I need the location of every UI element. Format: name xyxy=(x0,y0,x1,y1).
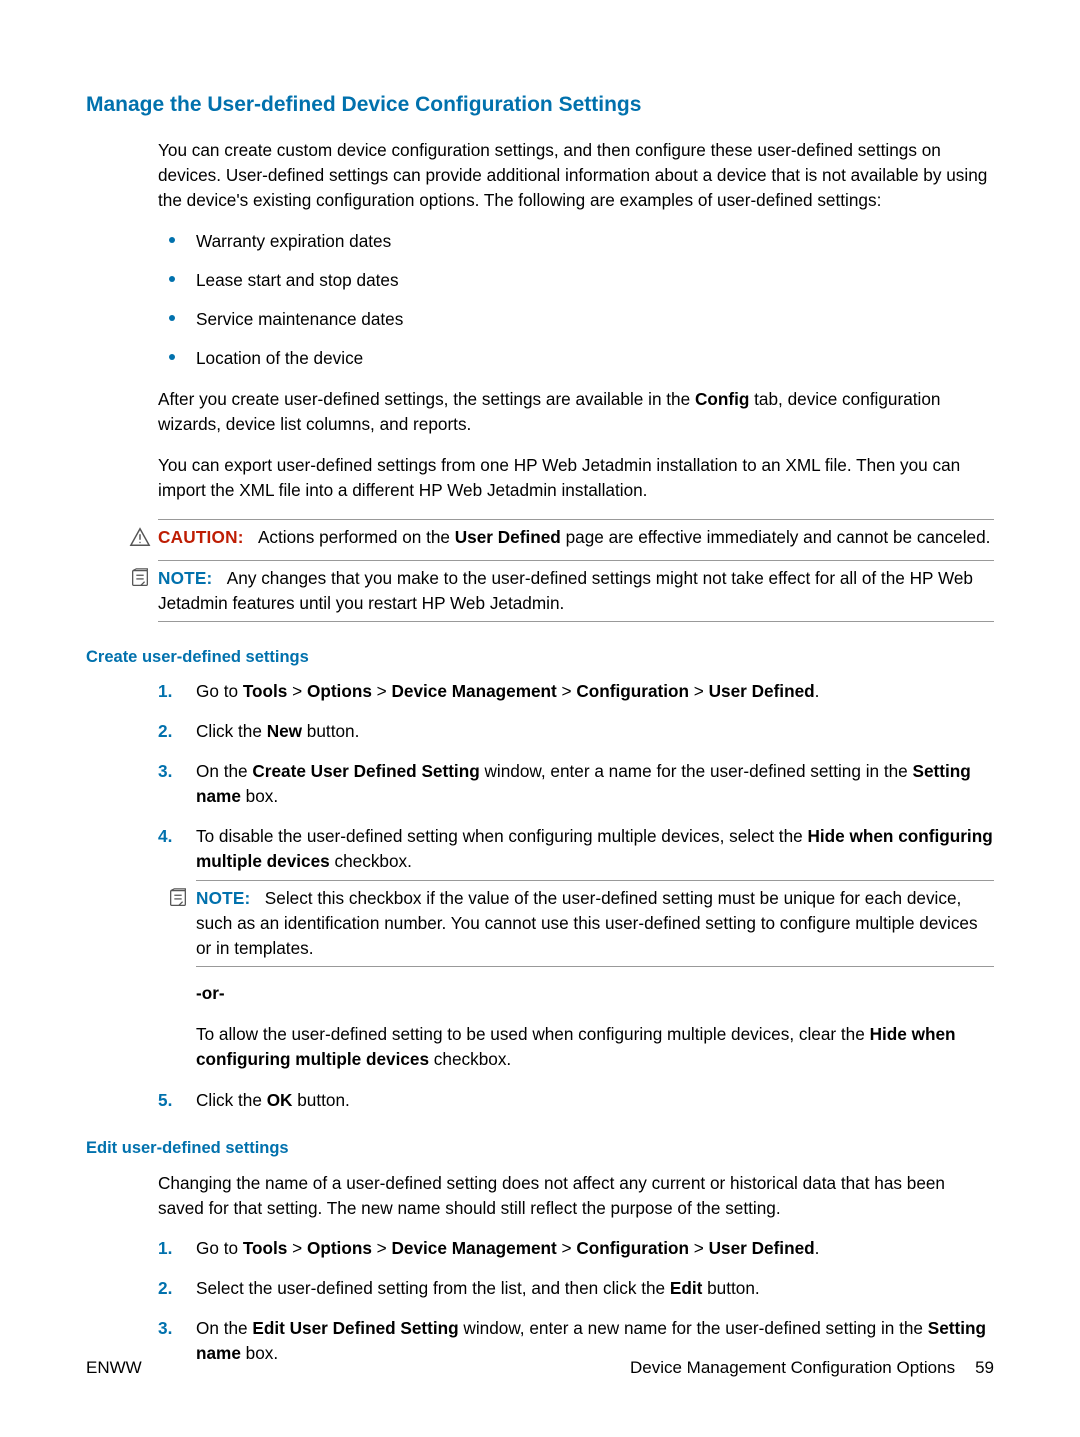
text-run: checkbox. xyxy=(330,851,412,871)
note-label: NOTE: xyxy=(158,568,212,588)
page-content: Manage the User-defined Device Configura… xyxy=(0,0,1080,1366)
edit-intro-paragraph: Changing the name of a user-defined sett… xyxy=(158,1171,994,1221)
text-run: After you create user-defined settings, … xyxy=(158,389,695,409)
text-run: > xyxy=(372,681,392,701)
list-item: Lease start and stop dates xyxy=(158,268,994,293)
text-run: > xyxy=(287,1238,307,1258)
subsection-heading-edit: Edit user-defined settings xyxy=(86,1137,994,1161)
text-run: Go to xyxy=(196,1238,243,1258)
subsection-heading-create: Create user-defined settings xyxy=(86,646,994,670)
bold-term: Tools xyxy=(243,1238,288,1258)
text-run: page are effective immediately and canno… xyxy=(561,527,991,547)
text-run: On the xyxy=(196,1318,252,1338)
text-run: > xyxy=(287,681,307,701)
footer-left: ENWW xyxy=(86,1356,142,1381)
create-steps-list: Go to Tools > Options > Device Managemen… xyxy=(158,679,994,1112)
text-run: > xyxy=(689,1238,709,1258)
text-run: window, enter a new name for the user-de… xyxy=(459,1318,928,1338)
bold-term: New xyxy=(267,721,302,741)
footer-section-title: Device Management Configuration Options xyxy=(630,1358,955,1377)
intro-block: You can create custom device configurati… xyxy=(158,138,994,621)
bold-term: Edit xyxy=(670,1278,702,1298)
note-callout: NOTE: Any changes that you make to the u… xyxy=(158,560,994,622)
step-item: To disable the user-defined setting when… xyxy=(158,824,994,1072)
edit-steps-block: Changing the name of a user-defined sett… xyxy=(158,1171,994,1367)
text-run: Select the user-defined setting from the… xyxy=(196,1278,670,1298)
after-list-paragraph-2: You can export user-defined settings fro… xyxy=(158,453,994,503)
text-run: > xyxy=(557,681,577,701)
text-run: > xyxy=(372,1238,392,1258)
step-item: Go to Tools > Options > Device Managemen… xyxy=(158,679,994,704)
note-callout: NOTE: Select this checkbox if the value … xyxy=(196,880,994,967)
text-run: To disable the user-defined setting when… xyxy=(196,826,807,846)
caution-label: CAUTION: xyxy=(158,527,244,547)
text-run: box. xyxy=(241,786,278,806)
bold-term: Tools xyxy=(243,681,288,701)
text-run: To allow the user-defined setting to be … xyxy=(196,1024,870,1044)
page-number: 59 xyxy=(975,1358,994,1377)
note-label: NOTE: xyxy=(196,888,250,908)
note-text: Select this checkbox if the value of the… xyxy=(196,888,978,958)
text-run: checkbox. xyxy=(429,1049,511,1069)
text-run: > xyxy=(689,681,709,701)
bold-term: Config xyxy=(695,389,749,409)
create-steps-block: Go to Tools > Options > Device Managemen… xyxy=(158,679,994,1112)
list-item: Warranty expiration dates xyxy=(158,229,994,254)
step-item: Go to Tools > Options > Device Managemen… xyxy=(158,1236,994,1261)
note-icon xyxy=(167,887,189,909)
examples-list: Warranty expiration dates Lease start an… xyxy=(158,229,994,371)
step-item: On the Create User Defined Setting windo… xyxy=(158,759,994,809)
or-separator: -or- xyxy=(196,981,994,1006)
bold-term: Options xyxy=(307,1238,372,1258)
bold-term: -or- xyxy=(196,983,225,1003)
step-item: Select the user-defined setting from the… xyxy=(158,1276,994,1301)
bold-term: Configuration xyxy=(576,681,689,701)
text-run: button. xyxy=(292,1090,349,1110)
text-run: Go to xyxy=(196,681,243,701)
list-item: Service maintenance dates xyxy=(158,307,994,332)
bold-term: Device Management xyxy=(392,681,557,701)
bold-term: User Defined xyxy=(709,1238,815,1258)
list-item: Location of the device xyxy=(158,346,994,371)
footer-right: Device Management Configuration Options 5… xyxy=(630,1356,994,1381)
bold-term: Create User Defined Setting xyxy=(252,761,479,781)
section-heading: Manage the User-defined Device Configura… xyxy=(86,90,994,120)
page-footer: ENWW Device Management Configuration Opt… xyxy=(86,1356,994,1381)
text-run: Actions performed on the xyxy=(258,527,455,547)
step-item: Click the OK button. xyxy=(158,1088,994,1113)
step-item: Click the New button. xyxy=(158,719,994,744)
caution-icon xyxy=(129,526,151,548)
text-run: button. xyxy=(302,721,359,741)
text-run: Click the xyxy=(196,721,267,741)
bold-term: Options xyxy=(307,681,372,701)
text-run: button. xyxy=(702,1278,759,1298)
text-run: Click the xyxy=(196,1090,267,1110)
note-text: Any changes that you make to the user-de… xyxy=(158,568,973,613)
intro-paragraph: You can create custom device configurati… xyxy=(158,138,994,213)
bold-term: Edit User Defined Setting xyxy=(252,1318,458,1338)
bold-term: User Defined xyxy=(455,527,561,547)
after-list-paragraph-1: After you create user-defined settings, … xyxy=(158,387,994,437)
alternative-paragraph: To allow the user-defined setting to be … xyxy=(196,1022,994,1072)
bold-term: Device Management xyxy=(392,1238,557,1258)
text-run: window, enter a name for the user-define… xyxy=(480,761,913,781)
edit-steps-list: Go to Tools > Options > Device Managemen… xyxy=(158,1236,994,1366)
bold-term: Configuration xyxy=(576,1238,689,1258)
text-run: On the xyxy=(196,761,252,781)
text-run: > xyxy=(557,1238,577,1258)
note-icon xyxy=(129,567,151,589)
text-run: . xyxy=(815,681,820,701)
caution-callout: CAUTION: Actions performed on the User D… xyxy=(158,519,994,555)
bold-term: User Defined xyxy=(709,681,815,701)
bold-term: OK xyxy=(267,1090,293,1110)
text-run: . xyxy=(815,1238,820,1258)
